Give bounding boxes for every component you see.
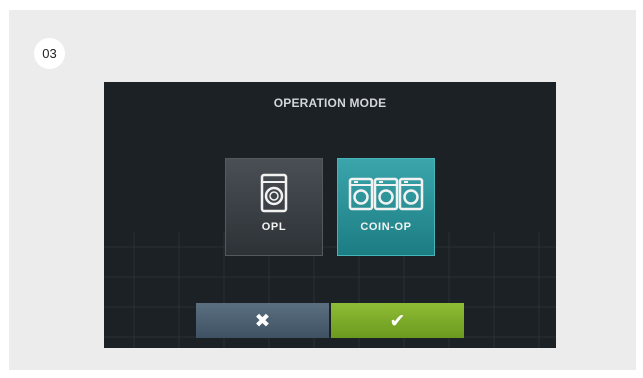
screen-title: OPERATION MODE <box>273 96 387 110</box>
mode-coin-op-button[interactable]: COIN-OP <box>337 158 435 256</box>
mode-coin-op-label: COIN-OP <box>360 221 412 233</box>
illustration-frame: 03 OPERATION MODE OPL COIN-OP ✖ ✔ <box>9 10 636 370</box>
confirm-button[interactable]: ✔ <box>331 303 464 338</box>
mode-opl-label: OPL <box>261 221 287 233</box>
three-washing-machines-icon <box>348 177 424 211</box>
close-icon: ✖ <box>254 309 271 332</box>
background-grid <box>104 232 556 348</box>
checkmark-icon: ✔ <box>389 309 406 332</box>
device-screen: OPERATION MODE OPL COIN-OP ✖ ✔ <box>104 82 556 348</box>
mode-opl-button[interactable]: OPL <box>225 158 323 256</box>
step-number-badge: 03 <box>34 38 65 69</box>
washing-machine-icon <box>260 173 288 213</box>
cancel-button[interactable]: ✖ <box>196 303 329 338</box>
